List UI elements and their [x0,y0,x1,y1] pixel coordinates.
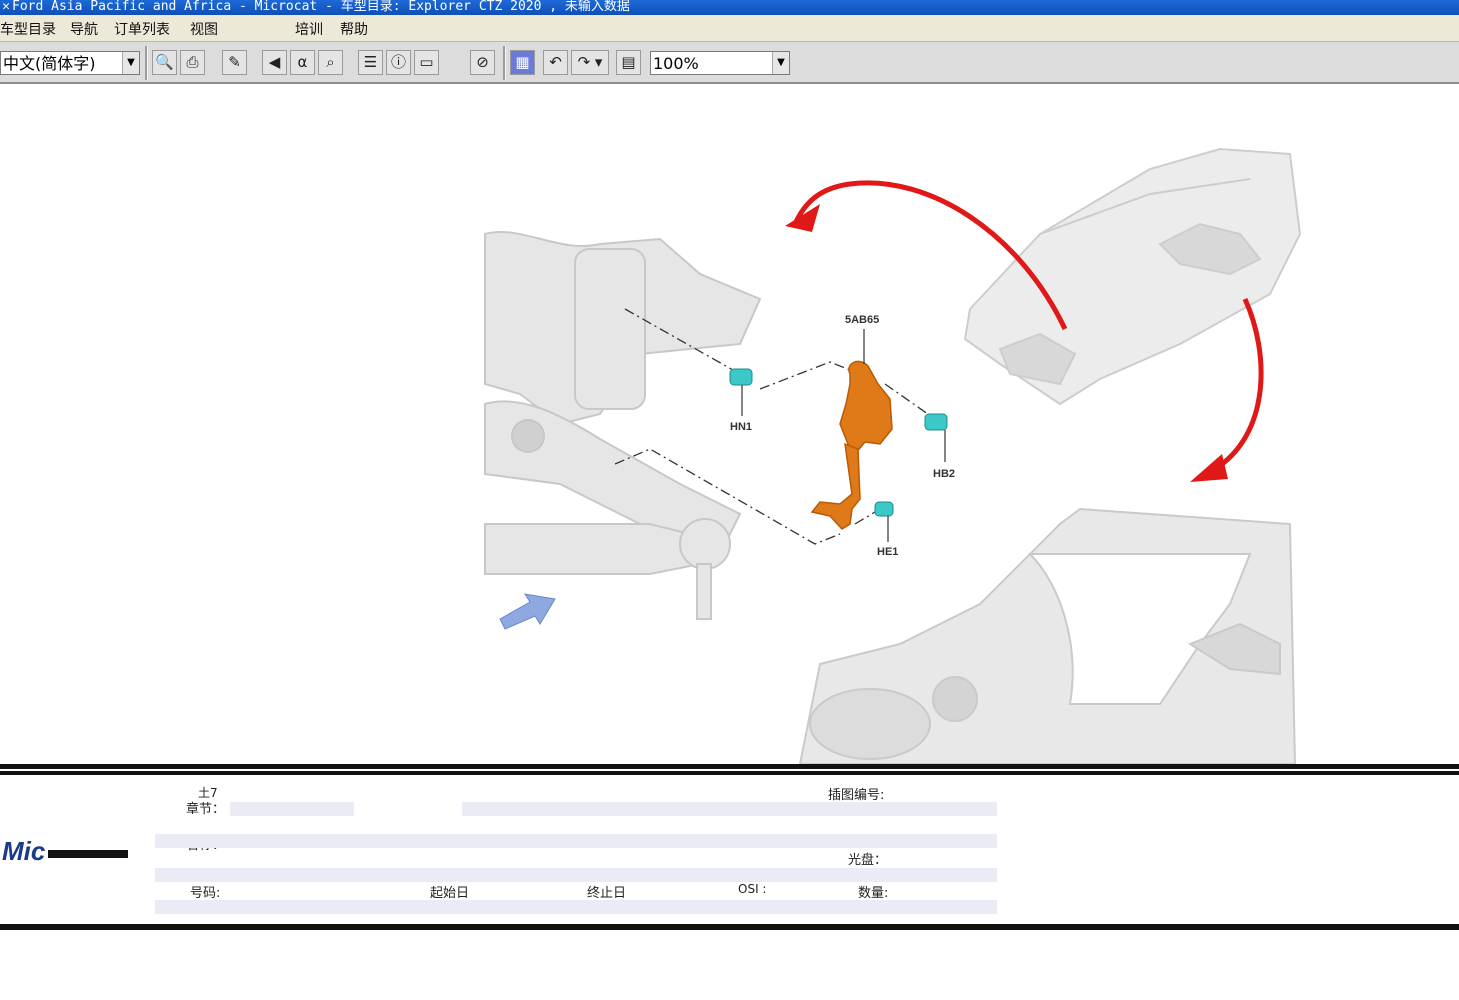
red-curved-arrow-right [1213,297,1264,472]
alpha-icon[interactable]: α [290,50,315,75]
bookmark-icon[interactable]: ◀ [262,50,287,75]
language-value: 中文(简体字) [3,54,96,73]
vehicle-illustration [963,147,1302,406]
direction-arrow-icon [499,593,556,630]
color-icon[interactable]: ▦ [510,50,535,75]
menu-bar: 车型目录 导航 订单列表 视图 培训 帮助 [0,15,1459,42]
print-icon[interactable]: ⎙ [180,50,205,75]
toolbar: 中文(简体字) ▼ 🔍 ⎙ ✎ ◀ α ⌕ ☰ ⓘ ▭ ⊘ ▦ ↶ ↷ ▾ ▤ … [0,42,1459,84]
illustration-number-label: 插图编号: [828,788,885,803]
list-icon[interactable]: ☰ [358,50,383,75]
name-field [155,834,997,848]
section-detail-field [462,802,997,816]
tools-icon[interactable]: ✎ [222,50,247,75]
callout-hb2[interactable]: HB2 [933,468,955,480]
window-title-bar: ✕ Ford Asia Pacific and Africa - Microcat… [0,0,1459,15]
menu-training[interactable]: 培训 [295,19,323,39]
microcat-logo: Mic [2,836,46,866]
section-label: 章节： [186,802,226,817]
exploded-view-diagram: 5AB65 HN1 HB2 HE1 [484,147,1302,765]
menu-help[interactable]: 帮助 [340,19,368,39]
app-icon: ✕ [2,0,10,14]
number-label: 号码: [190,886,221,901]
section-field [230,802,354,816]
panel-divider [0,764,1459,769]
fastener-he1[interactable] [874,501,894,542]
window-title: Ford Asia Pacific and Africa - Microcat … [12,0,630,14]
chevron-down-icon[interactable]: ▼ [122,52,139,74]
osi-label: OSI : [738,882,767,896]
part-info-panel: Mic 土7 章节： 插图编号: 名称： 光盘： 号码: 起始日 终止日 OSI… [0,776,1459,924]
rear-subframe-illustration [798,507,1297,765]
menu-view[interactable]: 视图 [190,19,218,39]
start-date-label: 起始日 [430,886,470,901]
toolbar-separator [503,46,506,80]
chevron-down-icon[interactable]: ▼ [772,52,789,74]
quantity-label: 数量: [858,886,889,901]
redo-icon[interactable]: ↷ ▾ [571,50,609,75]
search-icon[interactable]: ⌕ [318,50,343,75]
panel-bottom-border [0,924,1459,930]
monitor-icon[interactable]: ▭ [414,50,439,75]
end-date-label: 终止日 [587,886,627,901]
number-field [155,900,997,914]
arrow-head-icon [1190,454,1228,482]
logo-redaction [48,850,128,858]
fastener-hb2[interactable] [924,413,948,462]
callout-5ab65[interactable]: 5AB65 [845,314,879,326]
fastener-hn1[interactable] [729,368,753,416]
menu-navigation[interactable]: 导航 [70,19,98,39]
disc-field [155,868,997,882]
toolbar-separator [145,46,148,80]
menu-order-list[interactable]: 订单列表 [114,19,170,39]
stop-icon[interactable]: ⊘ [470,50,495,75]
callout-hn1[interactable]: HN1 [730,421,752,433]
note-icon[interactable]: ▤ [616,50,641,75]
language-select[interactable]: 中文(简体字) ▼ [0,51,140,75]
disc-label: 光盘： [848,853,888,868]
callout-he1[interactable]: HE1 [877,546,898,558]
panel-divider [0,771,1459,775]
illustration-canvas[interactable]: 5AB65 HN1 HB2 HE1 [0,84,1459,765]
undo-icon[interactable]: ↶ [543,50,568,75]
zoom-select[interactable]: 100% ▼ [650,51,790,75]
print-preview-icon[interactable]: 🔍 [152,50,177,75]
menu-model-catalog[interactable]: 车型目录 [0,19,56,39]
zoom-value: 100% [653,54,699,73]
info-icon[interactable]: ⓘ [386,50,411,75]
front-subframe-illustration [484,230,762,620]
